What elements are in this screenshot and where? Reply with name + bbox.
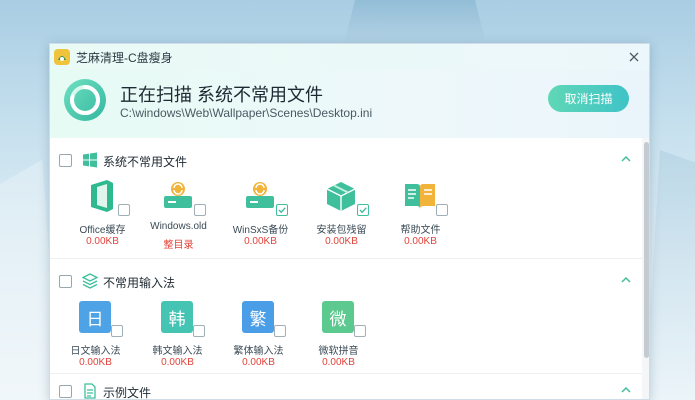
chevron-up-icon[interactable] [620, 384, 632, 396]
item-name: 繁体输入法 [233, 346, 284, 357]
scrollbar-thumb[interactable] [644, 142, 649, 358]
item-size: 整目录 [163, 240, 194, 251]
clean-item-package-residue[interactable]: 安装包残留 0.00KB [301, 178, 382, 256]
chevron-up-icon[interactable] [620, 153, 632, 165]
close-icon [629, 52, 639, 62]
section-header: 不常用输入法 [50, 259, 642, 291]
chevron-up-icon[interactable] [620, 274, 632, 286]
clean-item-office-cache[interactable]: Office缓存 0.00KB [62, 178, 143, 256]
item-name: 日文输入法 [70, 346, 121, 357]
background-ice-right [645, 150, 695, 400]
item-size: 0.00KB [86, 236, 119, 247]
document-icon [84, 383, 96, 399]
item-size: 0.00KB [79, 357, 112, 368]
item-checkbox-checked[interactable] [357, 204, 369, 216]
microsoft-pinyin-icon: 微 [320, 299, 356, 335]
traditional-ime-icon: 繁 [240, 299, 276, 335]
clean-item-help-files[interactable]: 帮助文件 0.00KB [380, 178, 461, 256]
scan-results-list: 系统不常用文件 Office缓存 0.00KB Windows.old 整目录 … [50, 138, 649, 400]
item-name: 微软拼音 [318, 346, 359, 357]
ime-glyph-tile: 韩 [161, 301, 193, 333]
section-header: 系统不常用文件 [50, 138, 642, 170]
section-title: 不常用输入法 [103, 276, 176, 290]
item-checkbox[interactable] [354, 325, 366, 337]
section-items: Office缓存 0.00KB Windows.old 整目录 WinSxS备份… [50, 178, 642, 258]
item-name: Office缓存 [79, 225, 126, 236]
item-name: 韩文输入法 [152, 346, 203, 357]
section-checkbox[interactable] [59, 154, 72, 167]
item-checkbox-checked[interactable] [276, 204, 288, 216]
japanese-ime-icon: 日 [77, 299, 113, 335]
package-box-icon [323, 178, 359, 214]
cleaner-window: 芝麻清理-C盘瘦身 正在扫描 系统不常用文件 C:\windows\Web\Wa… [49, 43, 650, 400]
windows-logo-icon [83, 152, 97, 168]
clean-item-microsoft-pinyin[interactable]: 微 微软拼音 0.00KB [298, 299, 379, 377]
title-bar[interactable]: 芝麻清理-C盘瘦身 [50, 44, 649, 70]
checkmark-icon [359, 207, 367, 214]
item-size: 0.00KB [161, 357, 194, 368]
section-checkbox[interactable] [59, 385, 72, 398]
item-size: 0.00KB [322, 357, 355, 368]
clean-item-winsxs-backup[interactable]: WinSxS备份 0.00KB [220, 178, 301, 256]
item-checkbox[interactable] [118, 204, 130, 216]
scan-progress-ring-icon [64, 79, 106, 121]
item-checkbox[interactable] [436, 204, 448, 216]
section-title: 示例文件 [103, 386, 152, 400]
clean-item-traditional-ime[interactable]: 繁 繁体输入法 0.00KB [218, 299, 299, 377]
item-checkbox[interactable] [193, 325, 205, 337]
clean-item-windows-old[interactable]: Windows.old 整目录 [138, 178, 219, 256]
korean-ime-icon: 韩 [159, 299, 195, 335]
item-size: 0.00KB [325, 236, 358, 247]
ime-glyph-tile: 微 [322, 301, 354, 333]
section-items: 日 日文输入法 0.00KB 韩 韩文输入法 0.00KB 繁 繁体输入法 0.… [50, 299, 642, 379]
item-checkbox[interactable] [274, 325, 286, 337]
close-button[interactable] [626, 49, 642, 65]
section-sample-files: 示例文件 [50, 374, 642, 400]
section-checkbox[interactable] [59, 275, 72, 288]
item-checkbox[interactable] [194, 204, 206, 216]
item-size: 0.00KB [242, 357, 275, 368]
ime-glyph-tile: 日 [79, 301, 111, 333]
section-header: 示例文件 [50, 374, 642, 400]
layers-icon [82, 273, 98, 289]
winsxs-backup-icon [242, 178, 278, 214]
item-name: WinSxS备份 [232, 225, 289, 236]
section-system-unused-files: 系统不常用文件 Office缓存 0.00KB Windows.old 整目录 … [50, 138, 642, 259]
scan-title: 正在扫描 系统不常用文件 [120, 85, 323, 105]
section-title: 系统不常用文件 [103, 155, 188, 169]
app-logo-icon [54, 49, 70, 65]
clean-item-korean-ime[interactable]: 韩 韩文输入法 0.00KB [137, 299, 218, 377]
checkmark-icon [278, 207, 286, 214]
clean-item-japanese-ime[interactable]: 日 日文输入法 0.00KB [55, 299, 136, 377]
item-name: 安装包残留 [316, 225, 367, 236]
item-size: 0.00KB [404, 236, 437, 247]
help-book-icon [402, 178, 438, 214]
section-unused-input-methods: 不常用输入法 日 日文输入法 0.00KB 韩 韩文输入法 0.00KB 繁 繁… [50, 259, 642, 374]
item-size: 0.00KB [244, 236, 277, 247]
item-name: Windows.old [150, 221, 207, 232]
item-checkbox[interactable] [111, 325, 123, 337]
scan-current-path: C:\windows\Web\Wallpaper\Scenes\Desktop.… [120, 106, 373, 120]
window-title: 芝麻清理-C盘瘦身 [76, 50, 173, 65]
windows-old-icon [160, 178, 196, 214]
cancel-scan-button[interactable]: 取消扫描 [548, 85, 629, 112]
item-name: 帮助文件 [400, 225, 441, 236]
office-icon [84, 178, 120, 214]
ime-glyph-tile: 繁 [242, 301, 274, 333]
